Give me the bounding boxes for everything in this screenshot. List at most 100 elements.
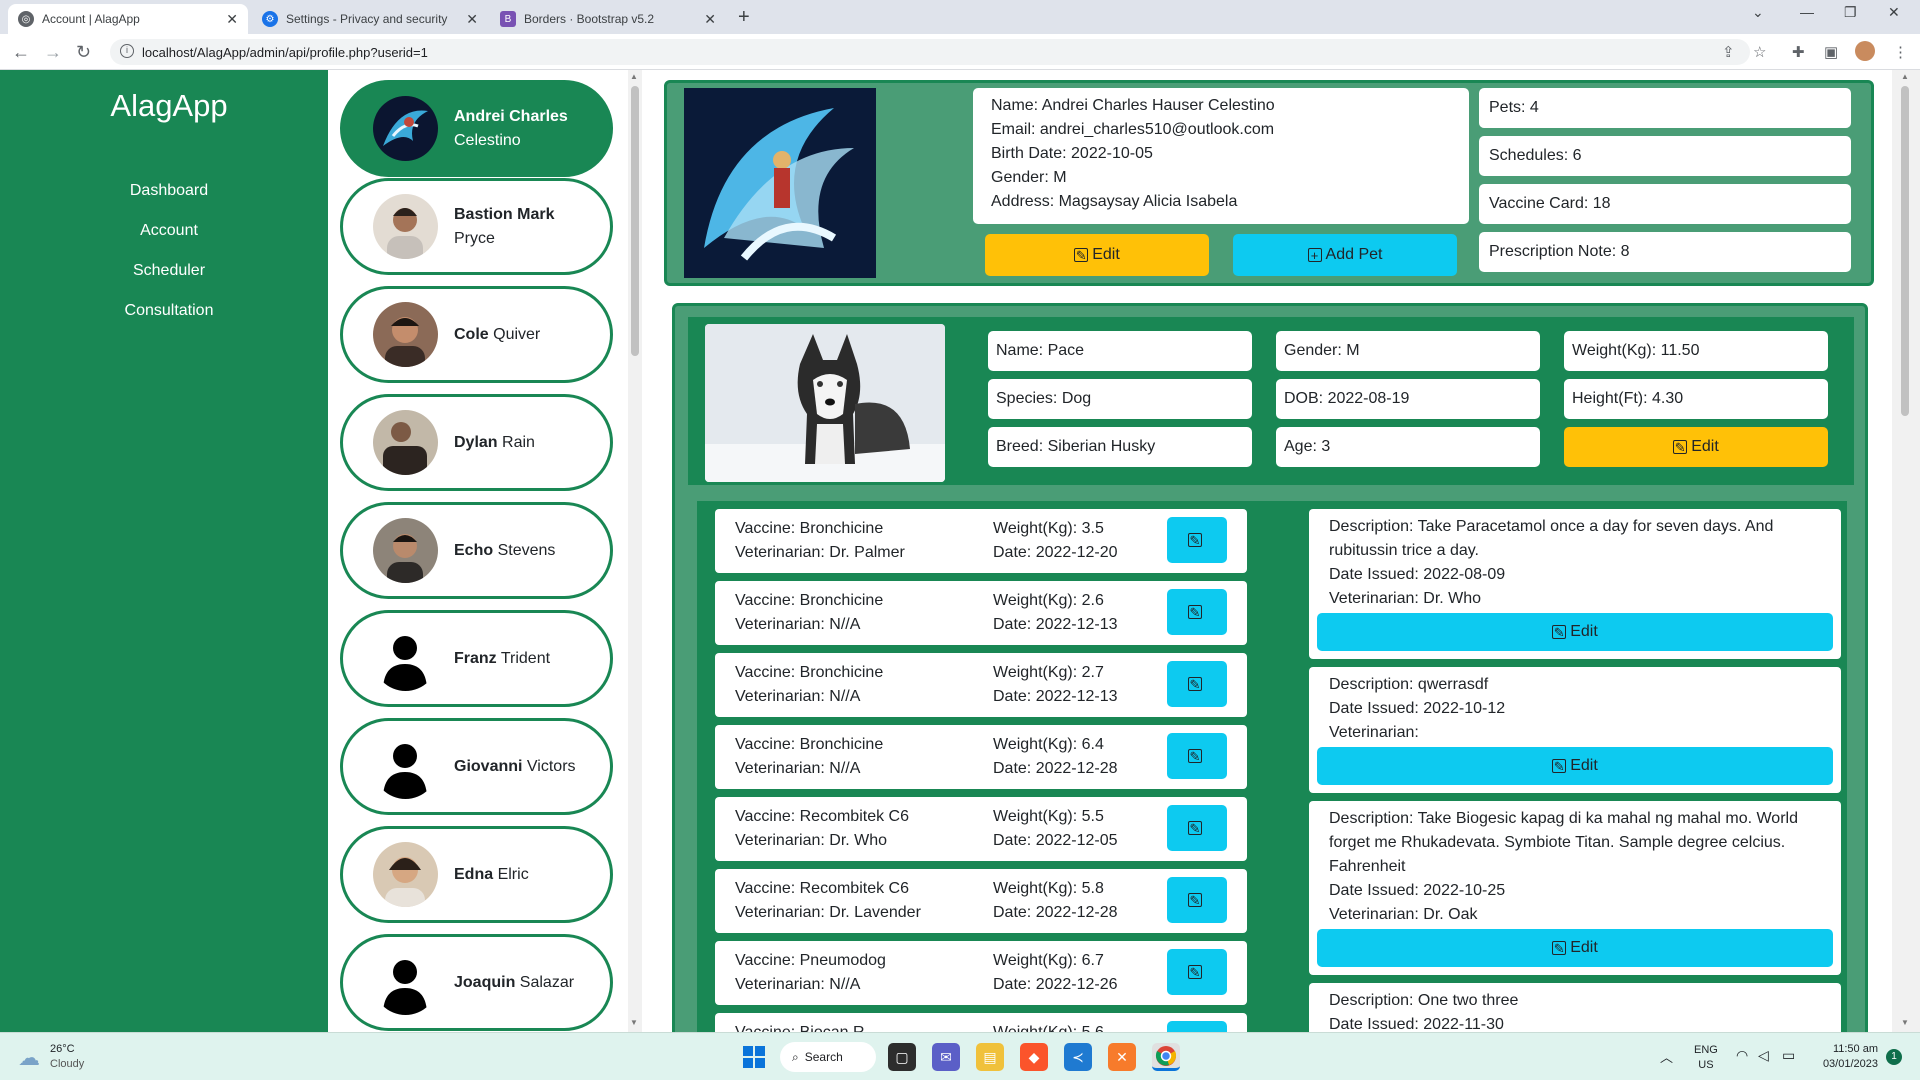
vaccine-record: Vaccine: Recombitek C6 Veterinarian: Dr. … [715, 797, 1247, 861]
sidebar-item-consultation[interactable]: Consultation [0, 302, 338, 320]
volume-icon[interactable]: ◁ [1758, 1047, 1769, 1064]
weather-widget[interactable]: 26°C Cloudy [50, 1042, 84, 1072]
side-panel-icon[interactable]: ▣ [1824, 43, 1838, 61]
new-tab-icon[interactable]: + [738, 6, 750, 29]
scroll-down-icon[interactable]: ▼ [1901, 1018, 1909, 1027]
user-name: Giovanni Victors [454, 757, 576, 775]
sidebar-item-account[interactable]: Account [0, 222, 338, 240]
prescription-vet: Veterinarian: Dr. Oak [1329, 906, 1478, 923]
edit-vaccine-button[interactable]: ✎ [1167, 517, 1227, 563]
edit-icon: ✎ [1188, 820, 1202, 836]
page-scrollbar[interactable]: ▲ ▼ [1892, 70, 1920, 1032]
extensions-icon[interactable]: ✚ [1792, 43, 1805, 61]
prescription-date: Date Issued: 2022-10-25 [1329, 882, 1506, 899]
scroll-down-icon[interactable]: ▼ [630, 1018, 638, 1027]
profile-avatar-icon[interactable] [1855, 41, 1875, 61]
url-field[interactable]: i localhost/AlagApp/admin/api/profile.ph… [110, 39, 1750, 65]
teams-chat-icon[interactable]: ✉ [932, 1043, 960, 1071]
bookmark-star-icon[interactable]: ☆ [1753, 43, 1766, 61]
language-indicator[interactable]: ENG US [1694, 1043, 1718, 1073]
battery-icon[interactable]: ▭ [1782, 1047, 1795, 1064]
user-card[interactable]: Cole Quiver [340, 286, 613, 383]
user-card[interactable]: Andrei Charles Celestino [340, 80, 613, 177]
clock[interactable]: 11:50 am 03/01/2023 [1816, 1042, 1878, 1072]
add-pet-button[interactable]: + Add Pet [1233, 234, 1457, 276]
menu-kebab-icon[interactable]: ⋮ [1893, 43, 1908, 61]
edit-pet-button[interactable]: ✎ Edit [1564, 427, 1828, 467]
wifi-icon[interactable]: ◠ [1736, 1047, 1748, 1064]
user-card[interactable]: Franz Trident [340, 610, 613, 707]
scroll-thumb[interactable] [1901, 86, 1909, 416]
task-view-icon[interactable]: ▢ [888, 1043, 916, 1071]
user-name: Franz Trident [454, 649, 551, 667]
tab-account[interactable]: ◎ Account | AlagApp ✕ [8, 4, 248, 34]
brave-browser-icon[interactable]: ◆ [1020, 1043, 1048, 1071]
taskbar-search[interactable]: ⌕ Search [780, 1042, 876, 1072]
sidebar-item-scheduler[interactable]: Scheduler [0, 262, 338, 280]
restore-icon[interactable]: ❐ [1844, 4, 1857, 21]
tab-search-icon[interactable]: ⌄ [1752, 4, 1764, 21]
user-name: Andrei Charles Celestino [454, 107, 568, 149]
prescription-description: Description: Take Biogesic kapag di ka m… [1329, 810, 1798, 875]
edit-prescription-button[interactable]: ✎ Edit [1317, 613, 1833, 651]
edit-prescription-button[interactable]: ✎ Edit [1317, 929, 1833, 967]
user-card[interactable]: Joaquin Salazar [340, 934, 613, 1031]
chrome-icon[interactable] [1152, 1043, 1180, 1071]
window-close-icon[interactable]: ✕ [1888, 4, 1900, 21]
edit-vaccine-button[interactable]: ✎ [1167, 805, 1227, 851]
vscode-icon[interactable]: ≺ [1064, 1043, 1092, 1071]
xampp-icon[interactable]: ✕ [1108, 1043, 1136, 1071]
user-card[interactable]: Echo Stevens [340, 502, 613, 599]
prescription-date: Date Issued: 2022-11-30 [1329, 1016, 1504, 1032]
info-icon[interactable]: i [120, 44, 134, 58]
close-icon[interactable]: ✕ [226, 11, 238, 28]
user-name: Dylan Rain [454, 433, 535, 451]
reload-icon[interactable]: ↻ [76, 42, 91, 63]
vaccine-record: Vaccine: Recombitek C6 Veterinarian: Dr. … [715, 869, 1247, 933]
file-explorer-icon[interactable]: ▤ [976, 1043, 1004, 1071]
user-card[interactable]: Giovanni Victors [340, 718, 613, 815]
user-card[interactable]: Dylan Rain [340, 394, 613, 491]
edit-vaccine-button[interactable]: ✎ [1167, 949, 1227, 995]
pet-dob: DOB: 2022-08-19 [1276, 379, 1540, 419]
prescription-date: Date Issued: 2022-08-09 [1329, 566, 1506, 583]
share-icon[interactable]: ⇪ [1722, 43, 1735, 61]
plus-square-icon: + [1307, 248, 1322, 262]
sidebar-item-dashboard[interactable]: Dashboard [0, 182, 338, 200]
edit-vaccine-button[interactable]: ✎ [1167, 661, 1227, 707]
pet-height: Height(Ft): 4.30 [1564, 379, 1828, 419]
scroll-thumb[interactable] [631, 86, 639, 356]
edit-vaccine-button[interactable]: ✎ [1167, 589, 1227, 635]
notification-badge[interactable]: 1 [1886, 1049, 1902, 1065]
vaccine-record: Vaccine: Biocan R Weight(Kg): 5.6 ✎ [715, 1013, 1247, 1032]
pet-gender: Gender: M [1276, 331, 1540, 371]
vaccine-record: Vaccine: Bronchicine Veterinarian: Dr. Pa… [715, 509, 1247, 573]
tab-settings[interactable]: ⚙ Settings - Privacy and security ✕ [252, 4, 488, 34]
edit-prescription-button[interactable]: ✎ Edit [1317, 747, 1833, 785]
user-card[interactable]: Bastion Mark Pryce [340, 178, 613, 275]
minimize-icon[interactable]: — [1800, 4, 1814, 20]
owner-name: Name: Andrei Charles Hauser Celestino [991, 97, 1275, 114]
edit-vaccine-button[interactable]: ✎ [1167, 733, 1227, 779]
tab-title: Account | AlagApp [42, 12, 140, 26]
close-icon[interactable]: ✕ [466, 11, 478, 28]
scroll-up-icon[interactable]: ▲ [630, 72, 638, 81]
back-icon[interactable]: ← [12, 42, 30, 63]
chevron-up-icon[interactable]: ︿ [1660, 1047, 1673, 1066]
taskbar: ☁ 26°C Cloudy ⌕ Search ▢ ✉ ▤ ◆ ≺ ✕ ︿ ENG U… [0, 1032, 1920, 1080]
pet-species: Species: Dog [988, 379, 1252, 419]
forward-icon[interactable]: → [44, 42, 62, 63]
user-card[interactable]: Edna Elric [340, 826, 613, 923]
prescription-vet: Veterinarian: Dr. Who [1329, 590, 1482, 607]
site-icon: ◎ [18, 11, 34, 27]
pet-card: Name: Pace Species: Dog Breed: Siberian … [672, 303, 1868, 1032]
edit-owner-button[interactable]: ✎ Edit [985, 234, 1209, 276]
edit-vaccine-button[interactable]: ✎ [1167, 1021, 1227, 1032]
user-list-scrollbar[interactable]: ▲ ▼ [628, 70, 642, 1032]
prescription-note: Description: Take Paracetamol once a day… [1309, 509, 1841, 659]
edit-vaccine-button[interactable]: ✎ [1167, 877, 1227, 923]
tab-bootstrap[interactable]: B Borders · Bootstrap v5.2 ✕ [490, 4, 726, 34]
close-icon[interactable]: ✕ [704, 11, 716, 28]
scroll-up-icon[interactable]: ▲ [1901, 72, 1909, 81]
windows-start-icon[interactable] [740, 1043, 768, 1071]
